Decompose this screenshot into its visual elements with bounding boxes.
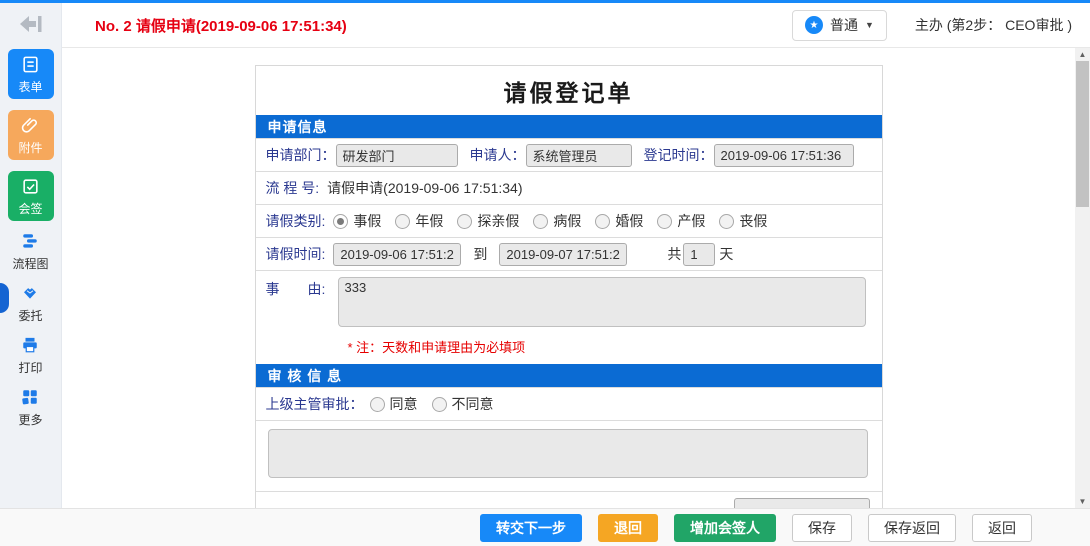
return-button[interactable]: 返回 [972, 514, 1032, 542]
sidebar-item-countersign[interactable]: 会签 [8, 171, 54, 221]
handshake-icon [21, 284, 39, 307]
flowno-value: 请假申请(2019-09-06 17:51:34) [327, 178, 522, 198]
radio-leave-type-2[interactable] [457, 214, 472, 229]
sidebar-item-label: 会签 [18, 203, 42, 216]
reason-textarea[interactable]: 333 [338, 277, 866, 327]
row-applicant-info: 申请部门： 申请人： 登记时间： [256, 138, 882, 171]
applicant-label: 申请人： [470, 145, 526, 165]
printer-icon [21, 336, 39, 359]
sidebar-item-attachment[interactable]: 附件 [8, 110, 54, 160]
app-window: 表单 附件 会签 流程图 委托 [0, 3, 1090, 508]
sidebar-item-label: 更多 [18, 414, 42, 427]
time-to-input[interactable] [499, 243, 627, 266]
flowno-label: 流 程 号: [266, 178, 320, 198]
section-header-review: 审 核 信 息 [256, 364, 882, 387]
forward-next-step-button[interactable]: 转交下一步 [480, 514, 582, 542]
radio-label: 婚假 [615, 211, 643, 231]
leave-time-label: 请假时间: [266, 244, 326, 264]
grid-more-icon [21, 388, 39, 411]
paperclip-icon [21, 116, 40, 140]
flowchart-icon [21, 232, 39, 255]
sidebar-item-label: 流程图 [12, 258, 48, 271]
reason-label: 事 由: [266, 277, 338, 299]
row-supervisor-approval: 上级主管审批： 同意 不同意 [256, 387, 882, 420]
dept-input[interactable] [336, 144, 458, 167]
sidebar-item-label: 委托 [18, 310, 42, 323]
radio-leave-type-4[interactable] [595, 214, 610, 229]
content-area: 请假登记单 申请信息 申请部门： 申请人： 登记时间： 流 程 号: 请假申请(… [62, 48, 1090, 508]
priority-dropdown-button[interactable]: ★ 普通 ▼ [792, 10, 887, 41]
time-from-input[interactable] [333, 243, 461, 266]
sidebar-item-print[interactable]: 打印 [18, 336, 42, 375]
sidebar-item-label: 打印 [18, 362, 42, 375]
star-badge-icon: ★ [805, 16, 823, 34]
radio-leave-type-3[interactable] [533, 214, 548, 229]
back-button[interactable] [0, 3, 61, 49]
radio-leave-type-0[interactable] [333, 214, 348, 229]
signature-date-input[interactable] [734, 498, 870, 508]
save-button[interactable]: 保存 [792, 514, 852, 542]
header-bar: No. 2 请假申请(2019-09-06 17:51:34) ★ 普通 ▼ 主… [62, 3, 1090, 48]
applicant-input[interactable] [526, 144, 632, 167]
supervisor-label: 上级主管审批： [266, 394, 364, 414]
radio-label: 同意 [390, 394, 418, 414]
radio-label: 探亲假 [477, 211, 519, 231]
total-days-input[interactable] [683, 243, 715, 266]
radio-label: 年假 [415, 211, 443, 231]
row-signature-partial [256, 491, 882, 508]
sidebar-item-delegate[interactable]: 委托 [18, 284, 42, 323]
sidebar: 表单 附件 会签 流程图 委托 [0, 3, 62, 508]
sidebar-item-label: 表单 [18, 81, 42, 94]
radio-disagree[interactable] [432, 397, 447, 412]
priority-label: 普通 [830, 15, 858, 35]
row-leave-type: 请假类别: 事假 年假 探亲假 病假 婚假 产假 丧假 [256, 204, 882, 237]
main-column: No. 2 请假申请(2019-09-06 17:51:34) ★ 普通 ▼ 主… [62, 3, 1090, 508]
to-word: 到 [473, 244, 487, 264]
radio-label: 产假 [677, 211, 705, 231]
row-approval-comment [256, 420, 882, 491]
return-back-step-button[interactable]: 退回 [598, 514, 658, 542]
scrollbar-thumb[interactable] [1076, 61, 1089, 207]
add-countersigner-button[interactable]: 增加会签人 [674, 514, 776, 542]
radio-label: 病假 [553, 211, 581, 231]
radio-leave-type-5[interactable] [657, 214, 672, 229]
total-word: 共 [667, 244, 681, 264]
section-header-apply: 申请信息 [256, 115, 882, 138]
sidebar-item-flowchart[interactable]: 流程图 [12, 232, 48, 271]
form-canvas: 请假登记单 申请信息 申请部门： 申请人： 登记时间： 流 程 号: 请假申请(… [62, 48, 1075, 508]
day-word: 天 [719, 244, 733, 264]
sidebar-edge-handle[interactable] [0, 283, 9, 313]
required-note: * 注：天数和申请理由为必填项 [348, 337, 872, 356]
radio-label: 不同意 [452, 394, 494, 414]
form-title: 请假登记单 [256, 66, 882, 115]
leave-type-label: 请假类别: [266, 211, 326, 231]
radio-agree[interactable] [370, 397, 385, 412]
regtime-label: 登记时间： [644, 145, 714, 165]
dept-label: 申请部门： [266, 145, 336, 165]
row-leave-time: 请假时间: 到 共 天 [256, 237, 882, 270]
save-and-return-button[interactable]: 保存返回 [868, 514, 956, 542]
page-title: No. 2 请假申请(2019-09-06 17:51:34) [95, 15, 347, 36]
chevron-down-icon: ▼ [865, 20, 874, 30]
sidebar-item-label: 附件 [18, 142, 42, 155]
sidebar-item-form[interactable]: 表单 [8, 49, 54, 99]
leave-form-panel: 请假登记单 申请信息 申请部门： 申请人： 登记时间： 流 程 号: 请假申请(… [255, 65, 883, 508]
regtime-input[interactable] [714, 144, 854, 167]
calendar-check-icon [21, 177, 40, 201]
radio-label: 丧假 [739, 211, 767, 231]
row-reason: 事 由: 333 * 注：天数和申请理由为必填项 [256, 270, 882, 364]
scroll-down-icon[interactable]: ▼ [1075, 495, 1090, 508]
workflow-step-info: 主办 (第2步： CEO审批 ) [915, 15, 1072, 35]
form-icon [21, 55, 40, 79]
action-bar: 转交下一步 退回 增加会签人 保存 保存返回 返回 [0, 508, 1090, 546]
back-arrow-icon [18, 13, 44, 40]
radio-leave-type-6[interactable] [719, 214, 734, 229]
radio-label: 事假 [353, 211, 381, 231]
sidebar-item-more[interactable]: 更多 [18, 388, 42, 427]
radio-leave-type-1[interactable] [395, 214, 410, 229]
row-flow-number: 流 程 号: 请假申请(2019-09-06 17:51:34) [256, 171, 882, 204]
vertical-scrollbar[interactable]: ▲ ▼ [1075, 48, 1090, 508]
scroll-up-icon[interactable]: ▲ [1075, 48, 1090, 61]
approval-comment-textarea[interactable] [268, 429, 868, 478]
